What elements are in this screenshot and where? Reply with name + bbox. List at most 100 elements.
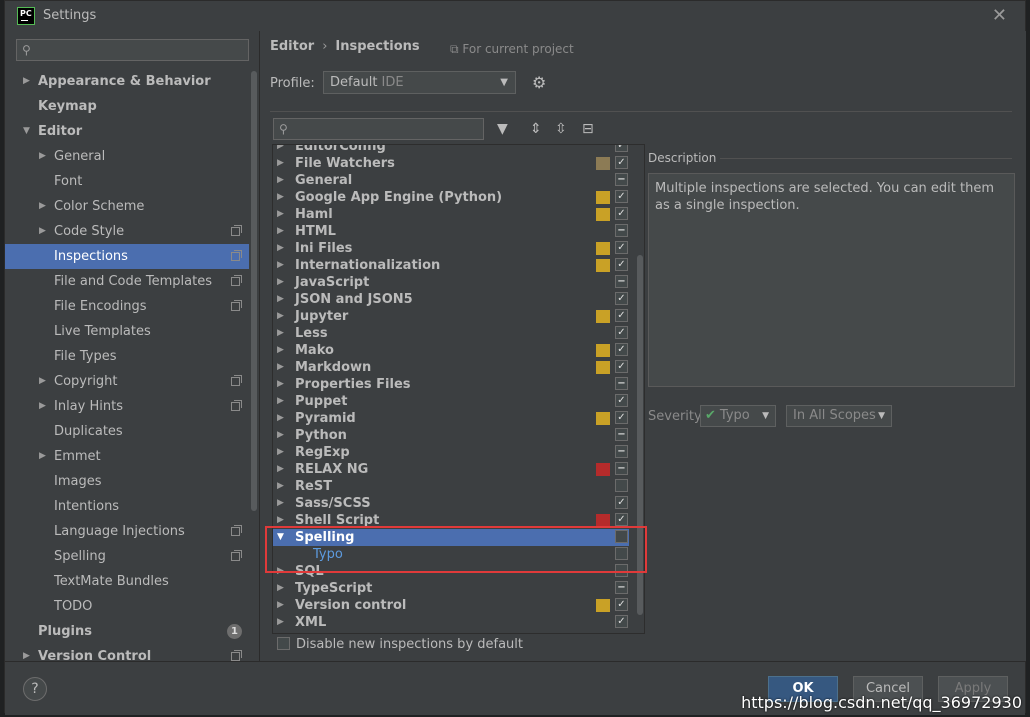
inspection-checkbox[interactable]: ✓ xyxy=(615,156,628,169)
inspection-checkbox[interactable]: − xyxy=(615,224,628,237)
inspection-row-less[interactable]: ▶ Less ✓ xyxy=(273,325,629,342)
inspection-row-javascript[interactable]: ▶ JavaScript − xyxy=(273,274,629,291)
inspection-checkbox[interactable] xyxy=(615,530,628,543)
inspection-checkbox[interactable]: ✓ xyxy=(615,360,628,373)
inspection-checkbox[interactable]: ✓ xyxy=(615,615,628,628)
sidebar-item-todo[interactable]: TODO xyxy=(5,594,249,619)
inspection-checkbox[interactable]: ✓ xyxy=(615,411,628,424)
gear-icon[interactable]: ⚙ xyxy=(532,73,546,92)
inspection-checkbox[interactable]: ✓ xyxy=(615,513,628,526)
inspection-row-markdown[interactable]: ▶ Markdown ✓ xyxy=(273,359,629,376)
chevron-right-icon[interactable]: ▶ xyxy=(277,240,284,257)
inspection-checkbox[interactable] xyxy=(615,479,628,492)
inspection-row-general[interactable]: ▶ General − xyxy=(273,172,629,189)
inspection-checkbox[interactable]: ✓ xyxy=(615,145,628,152)
inspection-checkbox[interactable]: − xyxy=(615,377,628,390)
inspections-search-input[interactable]: ⚲ xyxy=(273,118,484,140)
chevron-right-icon[interactable]: ▶ xyxy=(277,189,284,206)
inspection-row-puppet[interactable]: ▶ Puppet ✓ xyxy=(273,393,629,410)
chevron-right-icon[interactable]: ▶ xyxy=(277,325,284,342)
chevron-right-icon[interactable]: ▶ xyxy=(277,342,284,359)
chevron-right-icon[interactable]: ▶ xyxy=(39,219,46,244)
chevron-right-icon[interactable]: ▶ xyxy=(39,369,46,394)
inspection-checkbox[interactable]: ✓ xyxy=(615,241,628,254)
tree-scrollbar[interactable] xyxy=(637,255,643,615)
inspection-row-jupyter[interactable]: ▶ Jupyter ✓ xyxy=(273,308,629,325)
sidebar-item-duplicates[interactable]: Duplicates xyxy=(5,419,249,444)
inspection-checkbox[interactable]: ✓ xyxy=(615,190,628,203)
inspection-checkbox[interactable]: ✓ xyxy=(615,258,628,271)
inspection-checkbox[interactable]: ✓ xyxy=(615,309,628,322)
inspection-checkbox[interactable]: ✓ xyxy=(615,207,628,220)
chevron-right-icon[interactable]: ▶ xyxy=(277,580,284,597)
reset-icon[interactable]: ⊟ xyxy=(582,121,594,137)
chevron-down-icon[interactable]: ▼ xyxy=(23,119,30,144)
inspection-row-ini-files[interactable]: ▶ Ini Files ✓ xyxy=(273,240,629,257)
inspection-row-rest[interactable]: ▶ ReST xyxy=(273,478,629,495)
inspection-checkbox[interactable]: ✓ xyxy=(615,326,628,339)
inspection-row-regexp[interactable]: ▶ RegExp − xyxy=(273,444,629,461)
inspection-row-sass-scss[interactable]: ▶ Sass/SCSS ✓ xyxy=(273,495,629,512)
scope-dropdown[interactable]: In All Scopes ▼ xyxy=(786,405,892,427)
chevron-right-icon[interactable]: ▶ xyxy=(39,444,46,469)
sidebar-item-plugins[interactable]: Plugins 1 xyxy=(5,619,249,644)
sidebar-item-editor[interactable]: ▼ Editor xyxy=(5,119,249,144)
inspection-row-typo[interactable]: Typo xyxy=(273,546,629,563)
breadcrumb-editor[interactable]: Editor xyxy=(270,39,314,54)
inspection-row-spelling[interactable]: ▼ Spelling xyxy=(273,529,629,546)
chevron-right-icon[interactable]: ▶ xyxy=(277,393,284,410)
inspection-checkbox[interactable]: − xyxy=(615,462,628,475)
chevron-right-icon[interactable]: ▶ xyxy=(277,172,284,189)
filter-icon[interactable]: ▼ xyxy=(497,121,508,137)
chevron-right-icon[interactable]: ▶ xyxy=(277,410,284,427)
inspection-checkbox[interactable]: ✓ xyxy=(615,496,628,509)
inspection-checkbox[interactable]: ✓ xyxy=(615,343,628,356)
chevron-right-icon[interactable]: ▶ xyxy=(277,478,284,495)
sidebar-item-emmet[interactable]: ▶ Emmet xyxy=(5,444,249,469)
chevron-right-icon[interactable]: ▶ xyxy=(277,461,284,478)
sidebar-item-general[interactable]: ▶ General xyxy=(5,144,249,169)
severity-dropdown[interactable]: ✔ Typo ▼ xyxy=(700,405,776,427)
inspection-row-relax-ng[interactable]: ▶ RELAX NG − xyxy=(273,461,629,478)
chevron-right-icon[interactable]: ▶ xyxy=(277,376,284,393)
inspection-row-xml[interactable]: ▶ XML ✓ xyxy=(273,614,629,631)
chevron-right-icon[interactable]: ▶ xyxy=(39,394,46,419)
inspection-row-properties-files[interactable]: ▶ Properties Files − xyxy=(273,376,629,393)
chevron-right-icon[interactable]: ▶ xyxy=(277,291,284,308)
inspection-row-file-watchers[interactable]: ▶ File Watchers ✓ xyxy=(273,155,629,172)
chevron-right-icon[interactable]: ▶ xyxy=(277,145,284,155)
chevron-right-icon[interactable]: ▶ xyxy=(277,155,284,172)
chevron-right-icon[interactable]: ▶ xyxy=(23,69,30,94)
inspection-checkbox[interactable]: ✓ xyxy=(615,292,628,305)
profile-dropdown[interactable]: Default IDE ▼ xyxy=(323,71,516,94)
chevron-right-icon[interactable]: ▶ xyxy=(277,257,284,274)
inspection-row-sql[interactable]: ▶ SQL xyxy=(273,563,629,580)
sidebar-item-inlay-hints[interactable]: ▶ Inlay Hints xyxy=(5,394,249,419)
chevron-right-icon[interactable]: ▶ xyxy=(277,359,284,376)
sidebar-item-keymap[interactable]: Keymap xyxy=(5,94,249,119)
sidebar-item-file-types[interactable]: File Types xyxy=(5,344,249,369)
inspection-row-mako[interactable]: ▶ Mako ✓ xyxy=(273,342,629,359)
sidebar-item-file-and-code-templates[interactable]: File and Code Templates xyxy=(5,269,249,294)
sidebar-item-textmate-bundles[interactable]: TextMate Bundles xyxy=(5,569,249,594)
inspection-row-version-control[interactable]: ▶ Version control ✓ xyxy=(273,597,629,614)
inspection-checkbox[interactable]: − xyxy=(615,581,628,594)
chevron-right-icon[interactable]: ▶ xyxy=(277,223,284,240)
sidebar-item-file-encodings[interactable]: File Encodings xyxy=(5,294,249,319)
sidebar-item-color-scheme[interactable]: ▶ Color Scheme xyxy=(5,194,249,219)
inspection-row-pyramid[interactable]: ▶ Pyramid ✓ xyxy=(273,410,629,427)
chevron-right-icon[interactable]: ▶ xyxy=(277,495,284,512)
close-icon[interactable]: ✕ xyxy=(992,5,1007,26)
sidebar-item-inspections[interactable]: Inspections xyxy=(5,244,249,269)
help-button[interactable]: ? xyxy=(23,677,47,701)
chevron-right-icon[interactable]: ▶ xyxy=(277,563,284,580)
sidebar-item-images[interactable]: Images xyxy=(5,469,249,494)
inspection-row-editorconfig[interactable]: ▶ EditorConfig ✓ xyxy=(273,145,629,155)
inspection-checkbox[interactable]: ✓ xyxy=(615,394,628,407)
chevron-right-icon[interactable]: ▶ xyxy=(277,444,284,461)
inspection-row-google-app-engine-python[interactable]: ▶ Google App Engine (Python) ✓ xyxy=(273,189,629,206)
chevron-right-icon[interactable]: ▶ xyxy=(277,206,284,223)
checkbox[interactable] xyxy=(277,637,290,650)
inspection-row-typescript[interactable]: ▶ TypeScript − xyxy=(273,580,629,597)
inspection-checkbox[interactable]: − xyxy=(615,275,628,288)
